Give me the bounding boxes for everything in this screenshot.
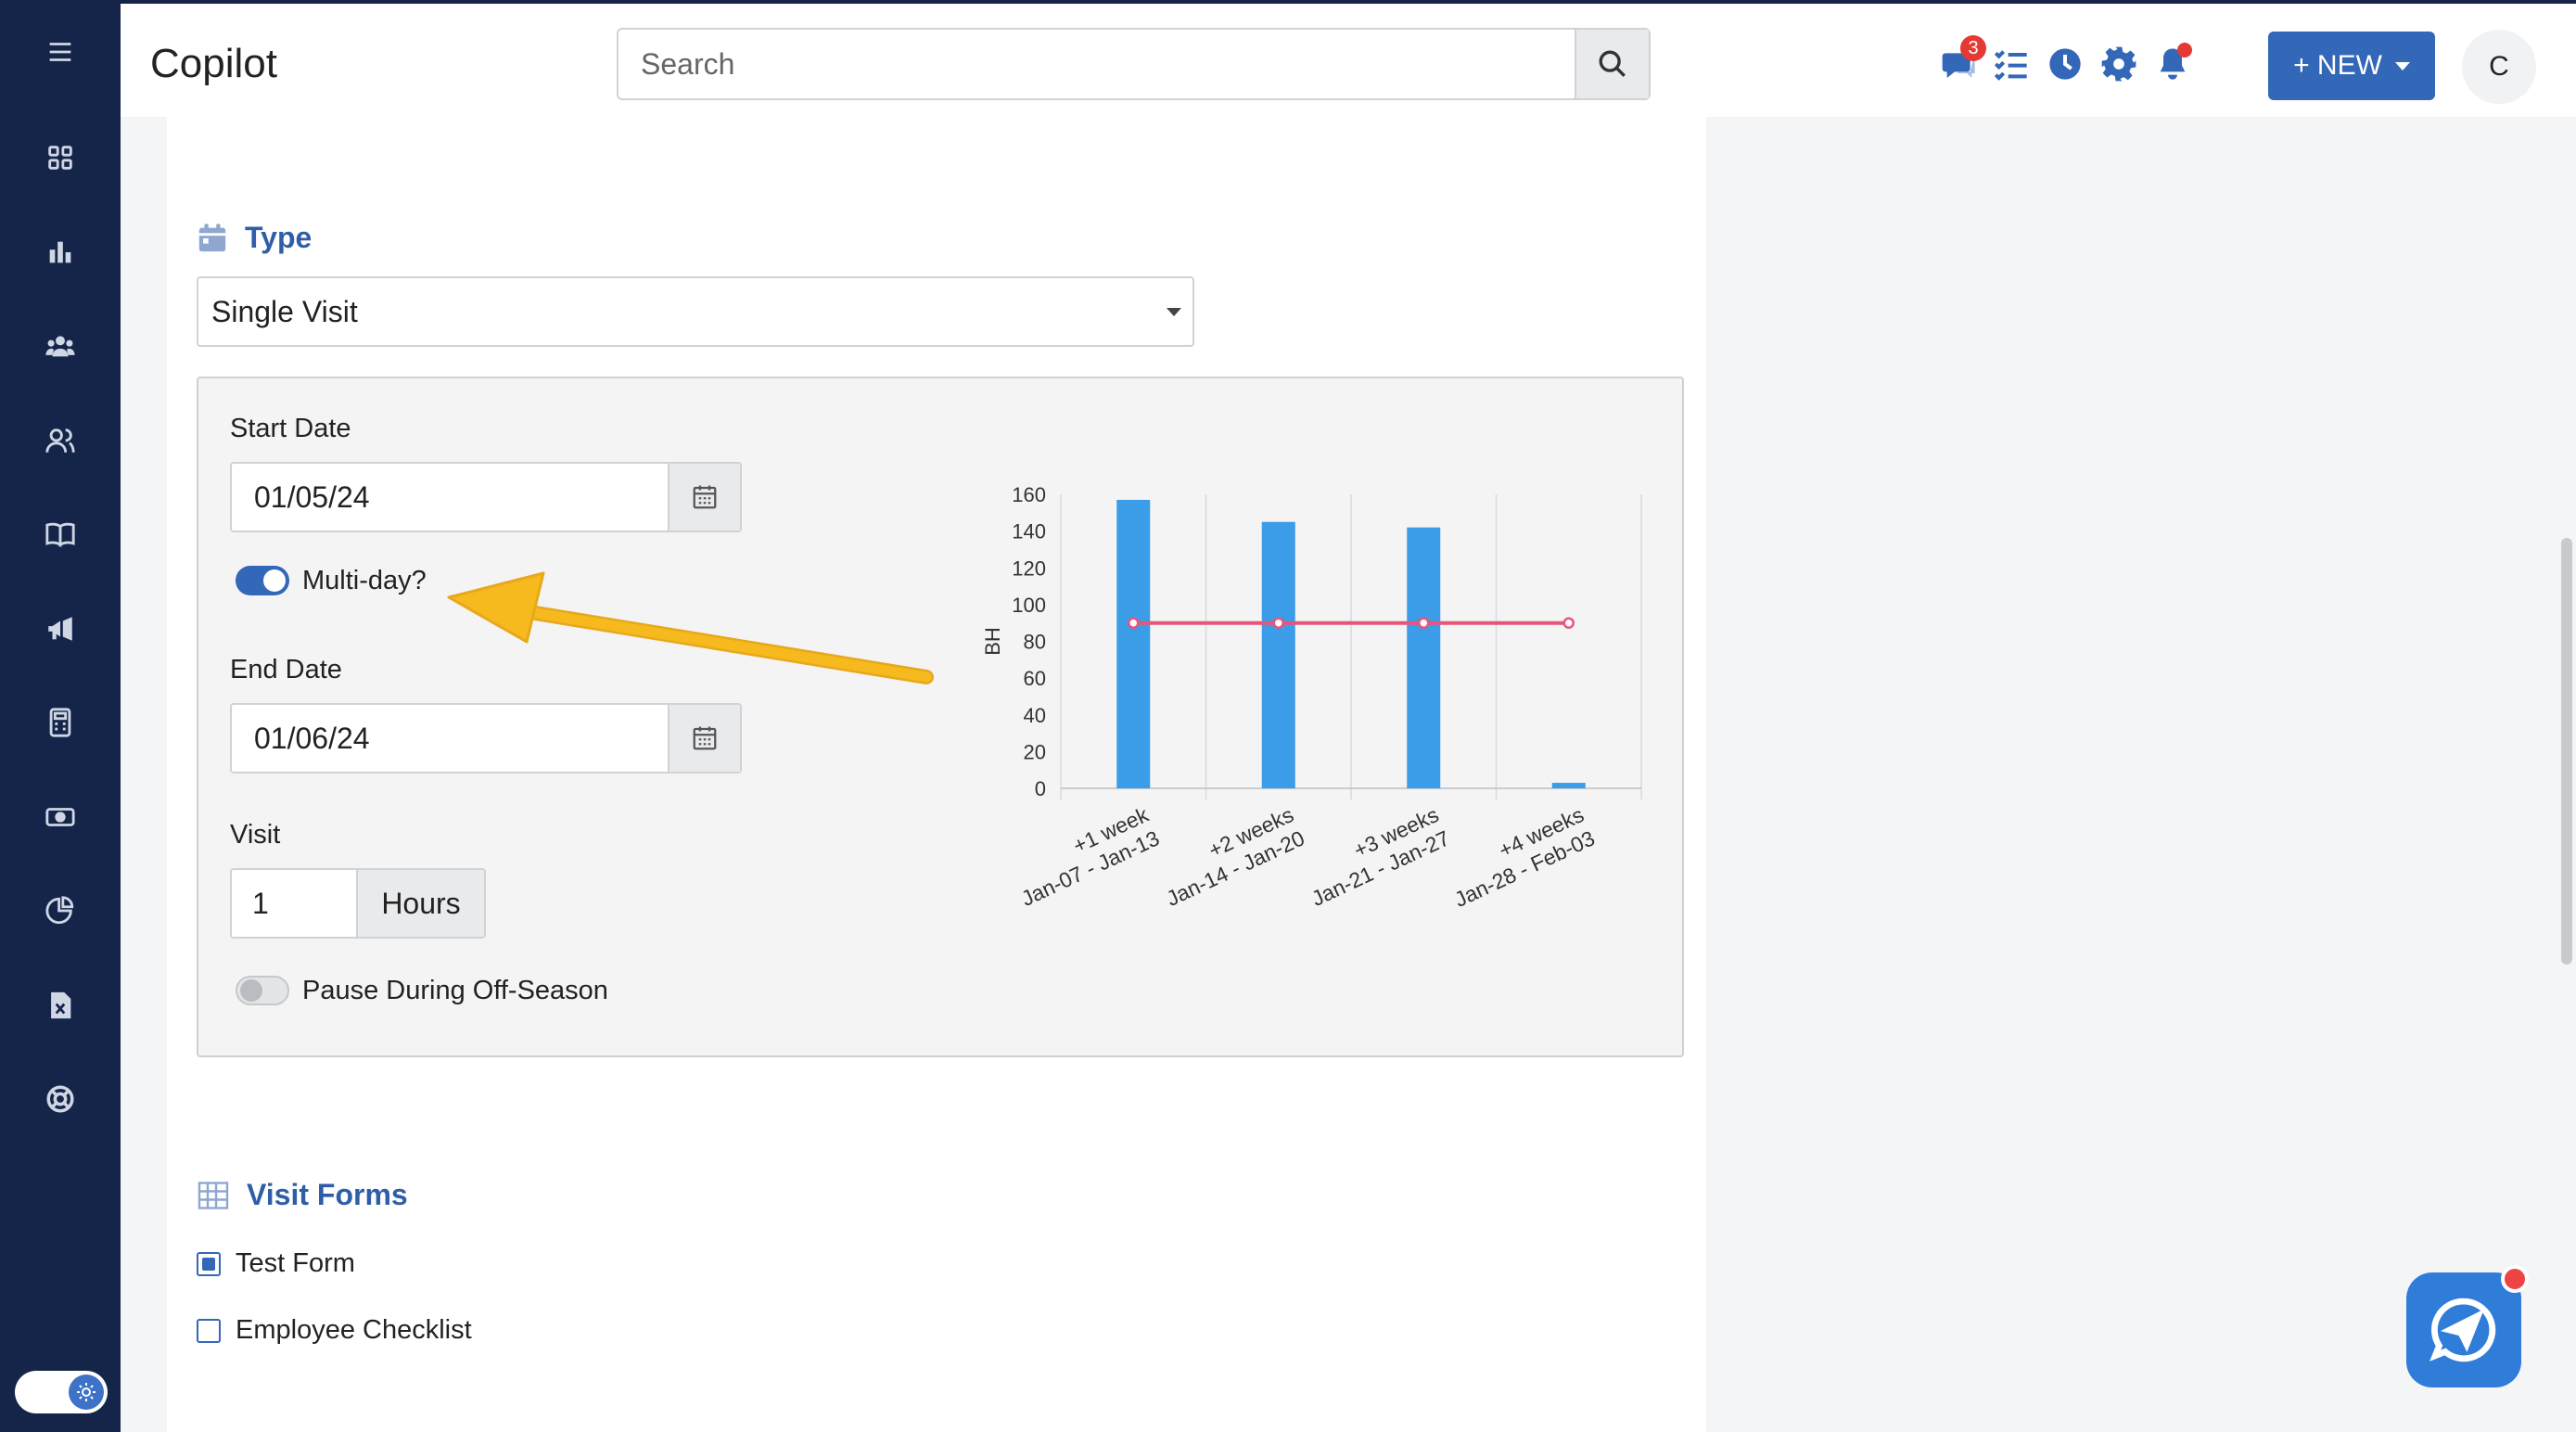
type-select[interactable]: Single Visit [197, 276, 1194, 347]
topbar: Copilot 3 + NEW C [121, 0, 2576, 117]
messages-button[interactable]: 3 [1938, 35, 1986, 85]
form-item-employee-checklist[interactable]: Employee Checklist [197, 1315, 472, 1346]
start-date-picker-button[interactable] [668, 464, 740, 531]
type-selected-value: Single Visit [211, 294, 358, 328]
catalog-icon[interactable] [0, 506, 121, 562]
search-bar [617, 28, 1651, 100]
line-point [1418, 617, 1430, 629]
clock-icon [2049, 48, 2081, 80]
new-button-label: + NEW [2293, 50, 2382, 81]
pause-offseason-label: Pause During Off-Season [302, 976, 608, 1005]
bar [1407, 527, 1441, 788]
reports-icon[interactable] [0, 224, 121, 280]
visit-label: Visit [230, 820, 281, 850]
annotation-arrow [447, 571, 934, 684]
y-tick-label: 120 [1012, 556, 1046, 580]
visit-forms-section-title: Visit Forms [197, 1178, 408, 1212]
chat-notification-dot [2501, 1265, 2529, 1293]
y-tick-label: 80 [1024, 631, 1046, 654]
pause-offseason-toggle[interactable] [236, 976, 289, 1005]
scrollbar[interactable] [2561, 538, 2572, 965]
clients-icon[interactable] [0, 413, 121, 468]
bar [1261, 521, 1295, 788]
table-icon [198, 1181, 229, 1209]
tasks-button[interactable] [1990, 43, 2033, 85]
employee-checklist-label: Employee Checklist [236, 1315, 472, 1345]
dashboard-icon[interactable] [0, 130, 121, 185]
line-point [1128, 617, 1140, 629]
calendar-grid-icon [693, 485, 717, 509]
support-chat-button[interactable] [2406, 1265, 2529, 1387]
y-tick-label: 0 [1035, 777, 1046, 800]
search-input[interactable] [618, 30, 1575, 98]
notifications-button[interactable] [2151, 43, 2194, 85]
y-tick-label: 100 [1012, 594, 1046, 617]
marketing-icon[interactable] [0, 601, 121, 657]
multiday-toggle[interactable] [236, 566, 289, 595]
end-date-label: End Date [230, 655, 342, 684]
avatar[interactable]: C [2462, 30, 2536, 104]
start-date-input[interactable]: 01/05/24 [232, 464, 668, 531]
x-tick-label-group: +1 weekJan-07 - Jan-13 [1017, 802, 1163, 911]
messages-badge: 3 [1960, 35, 1986, 61]
app-title: Copilot [150, 41, 277, 86]
calendar-grid-icon [693, 726, 717, 750]
crew-icon[interactable] [0, 318, 121, 374]
x-tick-label-group: +3 weeksJan-21 - Jan-27 [1307, 802, 1453, 911]
search-button[interactable] [1575, 30, 1649, 98]
payments-icon[interactable] [0, 789, 121, 845]
gear-icon [2101, 46, 2136, 82]
export-icon[interactable] [0, 978, 121, 1033]
employee-checklist-checkbox[interactable] [197, 1318, 221, 1343]
estimates-icon[interactable] [0, 695, 121, 750]
help-icon[interactable] [0, 1071, 121, 1127]
theme-toggle[interactable] [15, 1371, 108, 1413]
y-tick-label: 60 [1024, 667, 1046, 690]
new-button[interactable]: + NEW [2268, 32, 2435, 100]
weekly-hours-chart: 0 20 40 60 80 100 120 140 160 BH +1 weekJan-07 - J… [981, 483, 1642, 912]
settings-button[interactable] [2098, 43, 2140, 85]
y-tick-label: 20 [1024, 740, 1046, 763]
line-point [1562, 617, 1575, 629]
start-date-group: 01/05/24 [230, 462, 742, 532]
y-tick-label: 160 [1012, 483, 1046, 506]
task-list-icon [1994, 50, 2027, 81]
end-date-group: 01/06/24 [230, 703, 742, 774]
test-form-checkbox[interactable] [197, 1251, 221, 1276]
y-axis-label: BH [981, 627, 1004, 656]
x-tick-label-group: +2 weeksJan-14 - Jan-20 [1163, 802, 1308, 911]
notification-dot [2177, 43, 2192, 58]
visit-forms-title: Visit Forms [247, 1178, 408, 1211]
chevron-down-icon [2394, 61, 2410, 70]
y-tick-label: 140 [1012, 520, 1046, 543]
visit-duration-input[interactable]: 1 [232, 870, 356, 937]
type-section-title: Type [197, 221, 312, 255]
calendar-icon [198, 223, 226, 251]
multiday-label: Multi-day? [302, 566, 427, 595]
type-title: Type [245, 221, 312, 254]
visit-duration-group: 1 Hours [230, 868, 486, 939]
caret-down-icon [1167, 308, 1181, 316]
sun-icon [69, 1374, 104, 1410]
sidebar [0, 0, 121, 1432]
start-date-label: Start Date [230, 414, 351, 443]
send-message-icon [2429, 1298, 2496, 1362]
search-icon [1599, 50, 1626, 77]
bar [1551, 783, 1586, 788]
line-point [1272, 617, 1284, 629]
end-date-picker-button[interactable] [668, 705, 740, 772]
analytics-icon[interactable] [0, 883, 121, 939]
x-tick-label-group: +4 weeksJan-28 - Feb-03 [1450, 802, 1598, 912]
test-form-label: Test Form [236, 1248, 355, 1278]
form-item-test-form[interactable]: Test Form [197, 1248, 355, 1279]
bar [1116, 499, 1151, 788]
right-pane [1706, 117, 2559, 1432]
menu-icon[interactable] [0, 24, 121, 80]
end-date-input[interactable]: 01/06/24 [232, 705, 668, 772]
y-tick-label: 40 [1024, 704, 1046, 727]
visit-unit-label: Hours [356, 870, 484, 937]
timesheet-button[interactable] [2044, 43, 2086, 85]
